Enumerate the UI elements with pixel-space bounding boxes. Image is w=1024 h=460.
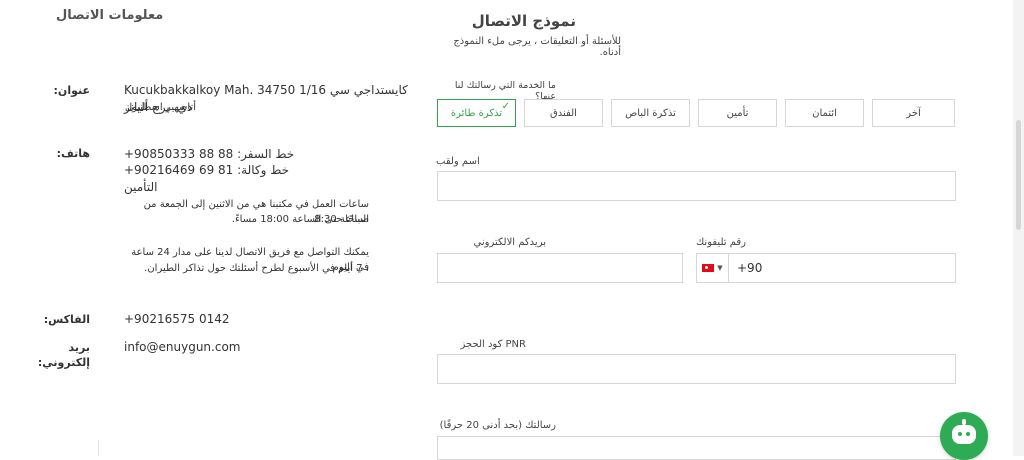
option-bus-ticket[interactable]: تذكرة الباص <box>611 99 690 127</box>
chatbot-button[interactable] <box>940 412 988 460</box>
country-select[interactable]: ▼ <box>697 254 729 282</box>
turkey-flag-icon <box>702 264 715 272</box>
message-input[interactable] <box>437 436 956 460</box>
chatbot-eye <box>958 432 962 436</box>
divider <box>98 440 99 456</box>
option-label: ائتمان <box>812 107 837 119</box>
pnr-label: PNR كود الحجز <box>460 339 526 350</box>
form-title: نموذج الاتصال <box>471 12 576 30</box>
phone-field-label: رقم تليفونك <box>696 237 746 248</box>
fax-value: +90216575 0142 <box>124 312 230 326</box>
scrollbar-thumb[interactable] <box>1016 120 1021 230</box>
email-label-2: إلكتروني: <box>37 356 90 369</box>
chatbot-eye <box>966 432 970 436</box>
option-label: تذكرة الباص <box>625 107 676 119</box>
option-insurance[interactable]: تأمين <box>698 99 777 127</box>
form-subtitle: للأسئلة أو التعليقات ، يرجى ملء النموذج … <box>453 36 621 58</box>
name-label: اسم ولقب <box>436 156 480 167</box>
reach-line2: ، 7 أيام في الأسبوع لطرح أسئلتك حول تذاك… <box>144 263 369 274</box>
checkmark-icon: ✓ <box>501 101 510 112</box>
phone-input[interactable]: ▼ +90 <box>696 253 956 283</box>
phone-line2: +90216469 69 81 :خط وكالة التأمين <box>124 163 290 194</box>
chevron-down-icon: ▼ <box>717 264 723 272</box>
phone-code: +90 <box>737 261 763 275</box>
message-label: رسالتك (بحد أدنى 20 حرفًا) <box>439 420 556 431</box>
fax-label: الفاكس: <box>43 313 90 326</box>
address-line2: أتاسهير اسطنبول <box>124 102 196 113</box>
email-value[interactable]: info@enuygun.com <box>124 339 240 356</box>
phone-label: هاتف: <box>56 147 90 160</box>
address-label: عنوان: <box>53 84 90 97</box>
chatbot-icon <box>952 425 976 444</box>
option-label: تأمين <box>726 107 749 119</box>
option-credit[interactable]: ائتمان <box>785 99 864 127</box>
pnr-input[interactable] <box>437 354 956 384</box>
email-label-1: بريد <box>68 341 90 354</box>
contact-info-title: معلومات الاتصال <box>56 8 164 23</box>
option-label: تذكرة طائرة <box>450 107 503 119</box>
option-label: آخر <box>906 107 921 119</box>
email-input[interactable] <box>437 253 683 283</box>
option-other[interactable]: آخر <box>872 99 955 127</box>
option-hotel[interactable]: الفندق <box>524 99 603 127</box>
hours-line2: صباحًا حتى الساعة 18:00 مساءً. <box>231 214 369 225</box>
option-label: الفندق <box>550 107 577 119</box>
option-flight-ticket[interactable]: ✓ تذكرة طائرة <box>437 99 516 127</box>
email-field-label: بريدكم الالكتروني <box>473 237 546 248</box>
phone-line1: +90850333 88 88 :خط السفر <box>124 147 295 161</box>
name-input[interactable] <box>437 171 956 201</box>
